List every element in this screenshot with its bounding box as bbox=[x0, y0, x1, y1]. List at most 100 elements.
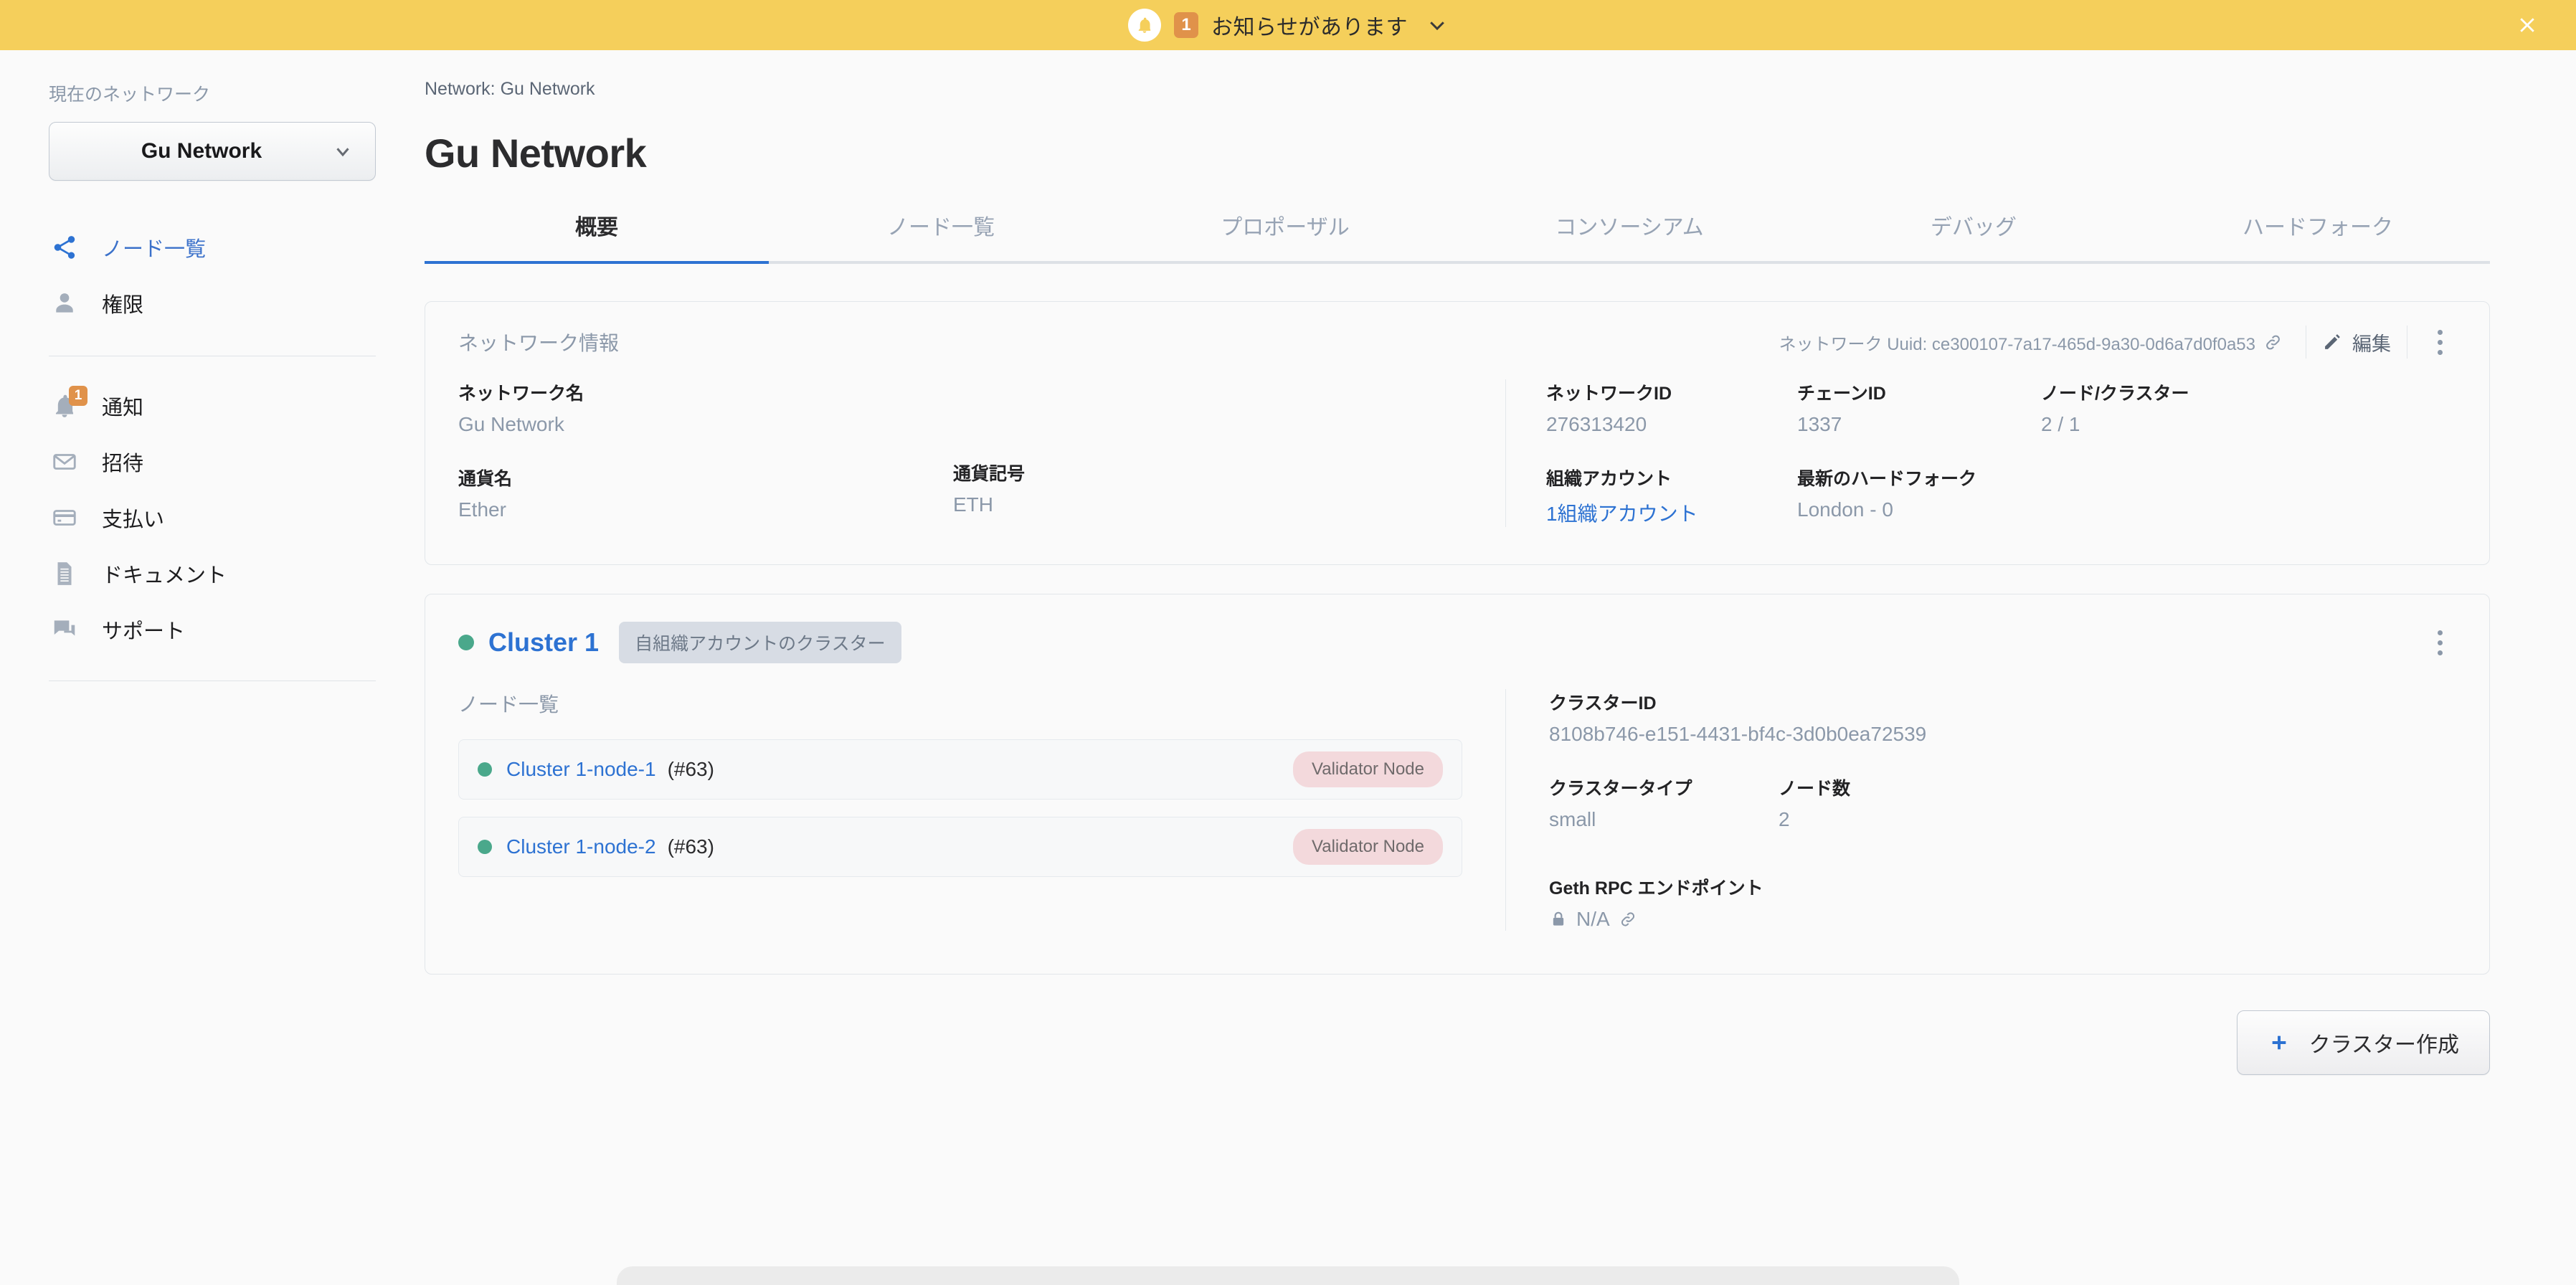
tab-node-list[interactable]: ノード一覧 bbox=[769, 209, 1113, 261]
sidebar-item-invites[interactable]: 招待 bbox=[0, 434, 425, 490]
sidebar-item-billing[interactable]: 支払い bbox=[0, 490, 425, 546]
latest-hardfork-label: 最新のハードフォーク bbox=[1797, 469, 1977, 489]
currency-symbol-label: 通貨記号 bbox=[953, 464, 1026, 484]
network-id-label: ネットワークID bbox=[1546, 384, 1672, 404]
network-info-column-3: ネットワークID 276313420 組織アカウント 1組織アカウント bbox=[1546, 379, 1797, 527]
breadcrumb: Network: Gu Network bbox=[425, 79, 595, 99]
cluster-details-section: クラスターID 8108b746-e151-4431-bf4c-3d0b0ea7… bbox=[1506, 689, 2456, 931]
network-select[interactable]: Gu Network bbox=[49, 122, 376, 181]
pencil-icon bbox=[2325, 334, 2340, 349]
notification-count-badge: 1 bbox=[69, 386, 87, 406]
tab-overview[interactable]: 概要 bbox=[425, 209, 769, 264]
announcement-message: お知らせがあります bbox=[1211, 16, 1408, 39]
status-dot-online-icon bbox=[478, 840, 492, 854]
cluster-card-header: Cluster 1 自組織アカウントのクラスター bbox=[425, 594, 2489, 663]
link-icon[interactable] bbox=[2255, 325, 2290, 359]
network-info-column-4: チェーンID 1337 最新のハードフォーク London - 0 bbox=[1797, 379, 2041, 527]
node-list-item[interactable]: Cluster 1-node-2 (#63) Validator Node bbox=[458, 817, 1462, 877]
node-number: (#63) bbox=[667, 835, 714, 858]
rpc-endpoint-value: N/A bbox=[1576, 908, 1610, 930]
tab-debug[interactable]: デバッグ bbox=[1801, 209, 2146, 261]
sidebar-item-documents[interactable]: ドキュメント bbox=[0, 546, 425, 602]
create-cluster-button[interactable]: クラスター作成 bbox=[2236, 1010, 2490, 1075]
plus-icon bbox=[2272, 1035, 2286, 1050]
org-account-label: 組織アカウント bbox=[1546, 469, 1672, 489]
page-actions: クラスター作成 bbox=[425, 1003, 2490, 1075]
bottom-sheet-edge bbox=[617, 1266, 1959, 1285]
nodes-clusters-value: 2 / 1 bbox=[2041, 413, 2080, 435]
sidebar-item-permissions[interactable]: 権限 bbox=[0, 275, 425, 331]
sidebar-item-label: 支払い bbox=[102, 508, 165, 531]
currency-name-label: 通貨名 bbox=[458, 469, 513, 489]
person-icon bbox=[49, 288, 80, 319]
envelope-icon bbox=[49, 446, 80, 478]
sidebar-item-label: ノード一覧 bbox=[102, 238, 207, 261]
cluster-card-body: ノード一覧 Cluster 1-node-1 (#63) Validator N… bbox=[425, 663, 2489, 974]
node-name-link[interactable]: Cluster 1-node-2 bbox=[506, 835, 656, 858]
chevron-down-icon bbox=[336, 148, 349, 157]
sidebar-item-label: 権限 bbox=[102, 294, 144, 317]
network-id-value: 276313420 bbox=[1546, 413, 1647, 435]
announcement-banner[interactable]: 1 お知らせがあります bbox=[0, 0, 2576, 50]
network-info-column-1: ネットワーク名 Gu Network 通貨名 Ether bbox=[458, 379, 953, 527]
network-info-title: ネットワーク情報 bbox=[458, 332, 620, 354]
latest-hardfork-value: London - 0 bbox=[1797, 498, 1893, 521]
sidebar: 現在のネットワーク Gu Network ノード一覧 権限 1 通知 招待 支払… bbox=[0, 50, 425, 1285]
node-list-title: ノード一覧 bbox=[458, 693, 559, 716]
network-info-card: ネットワーク情報 ネットワーク Uuid: ce300107-7a17-465d… bbox=[425, 301, 2490, 565]
tab-consortium[interactable]: コンソーシアム bbox=[1457, 209, 1801, 261]
sidebar-item-label: 招待 bbox=[102, 452, 144, 475]
cluster-card: Cluster 1 自組織アカウントのクラスター ノード一覧 Cluster 1… bbox=[425, 594, 2490, 975]
status-dot-online-icon bbox=[478, 762, 492, 777]
sidebar-item-label: ドキュメント bbox=[102, 564, 227, 587]
bell-icon bbox=[1128, 9, 1162, 42]
network-name-label: ネットワーク名 bbox=[458, 384, 584, 404]
chevron-down-icon[interactable] bbox=[1426, 14, 1448, 36]
edit-button[interactable]: 編集 bbox=[2322, 328, 2391, 356]
document-icon bbox=[49, 558, 80, 589]
nodes-clusters-label: ノード/クラスター bbox=[2041, 384, 2189, 404]
network-info-card-header: ネットワーク情報 ネットワーク Uuid: ce300107-7a17-465d… bbox=[425, 302, 2489, 366]
sidebar-section-label: 現在のネットワーク bbox=[49, 85, 211, 105]
cluster-node-list-section: ノード一覧 Cluster 1-node-1 (#63) Validator N… bbox=[458, 689, 1505, 931]
network-info-column-2: 通貨記号 ETH bbox=[953, 379, 1448, 527]
org-account-value[interactable]: 1組織アカウント bbox=[1546, 498, 1797, 527]
sidebar-item-notifications[interactable]: 1 通知 bbox=[0, 378, 425, 434]
share-nodes-icon bbox=[49, 232, 80, 263]
kebab-menu-icon[interactable] bbox=[2423, 625, 2456, 660]
edit-button-label: 編集 bbox=[2352, 333, 2391, 355]
node-count-value: 2 bbox=[1779, 808, 1790, 830]
network-info-left-columns: ネットワーク名 Gu Network 通貨名 Ether 通貨記号 ETH bbox=[458, 379, 1505, 527]
tab-hardfork[interactable]: ハードフォーク bbox=[2146, 209, 2490, 261]
cluster-name-link[interactable]: Cluster 1 bbox=[488, 627, 599, 658]
lock-icon bbox=[1553, 911, 1564, 926]
page-title: Gu Network bbox=[425, 131, 647, 176]
network-uuid: ネットワーク Uuid: ce300107-7a17-465d-9a30-0d6… bbox=[1779, 334, 2255, 354]
network-name-value: Gu Network bbox=[458, 413, 564, 435]
cluster-id-value: 8108b746-e151-4431-bf4c-3d0b0ea72539 bbox=[1549, 723, 1927, 745]
close-icon[interactable] bbox=[2513, 11, 2542, 39]
cluster-ownership-chip: 自組織アカウントのクラスター bbox=[619, 622, 901, 663]
cluster-type-value: small bbox=[1549, 808, 1596, 830]
tab-proposal[interactable]: プロポーザル bbox=[1113, 209, 1457, 261]
link-icon[interactable] bbox=[1619, 910, 1637, 929]
network-info-card-actions: ネットワーク Uuid: ce300107-7a17-465d-9a30-0d6… bbox=[1779, 325, 2456, 359]
announcement-count-badge: 1 bbox=[1174, 12, 1199, 38]
cluster-type-label: クラスタータイプ bbox=[1549, 779, 1692, 799]
network-select-value: Gu Network bbox=[141, 139, 262, 163]
node-list-item[interactable]: Cluster 1-node-1 (#63) Validator Node bbox=[458, 739, 1462, 800]
sidebar-secondary-nav: 1 通知 招待 支払い ドキュメント サポート bbox=[0, 378, 425, 658]
network-info-right-columns: ネットワークID 276313420 組織アカウント 1組織アカウント チェーン… bbox=[1506, 379, 2456, 527]
currency-name-value: Ether bbox=[458, 498, 506, 521]
node-name-link[interactable]: Cluster 1-node-1 bbox=[506, 758, 656, 781]
node-count-label: ノード数 bbox=[1779, 779, 1851, 799]
sidebar-item-support[interactable]: サポート bbox=[0, 602, 425, 658]
status-dot-online-icon bbox=[458, 635, 474, 650]
rpc-endpoint-label: Geth RPC エンドポイント bbox=[1549, 878, 1763, 898]
chat-icon bbox=[49, 614, 80, 645]
node-role-badge: Validator Node bbox=[1293, 829, 1443, 865]
kebab-menu-icon[interactable] bbox=[2423, 325, 2456, 359]
chain-id-label: チェーンID bbox=[1797, 384, 1886, 404]
rpc-endpoint-value-row: N/A bbox=[1549, 908, 2456, 931]
sidebar-item-node-list[interactable]: ノード一覧 bbox=[0, 219, 425, 275]
